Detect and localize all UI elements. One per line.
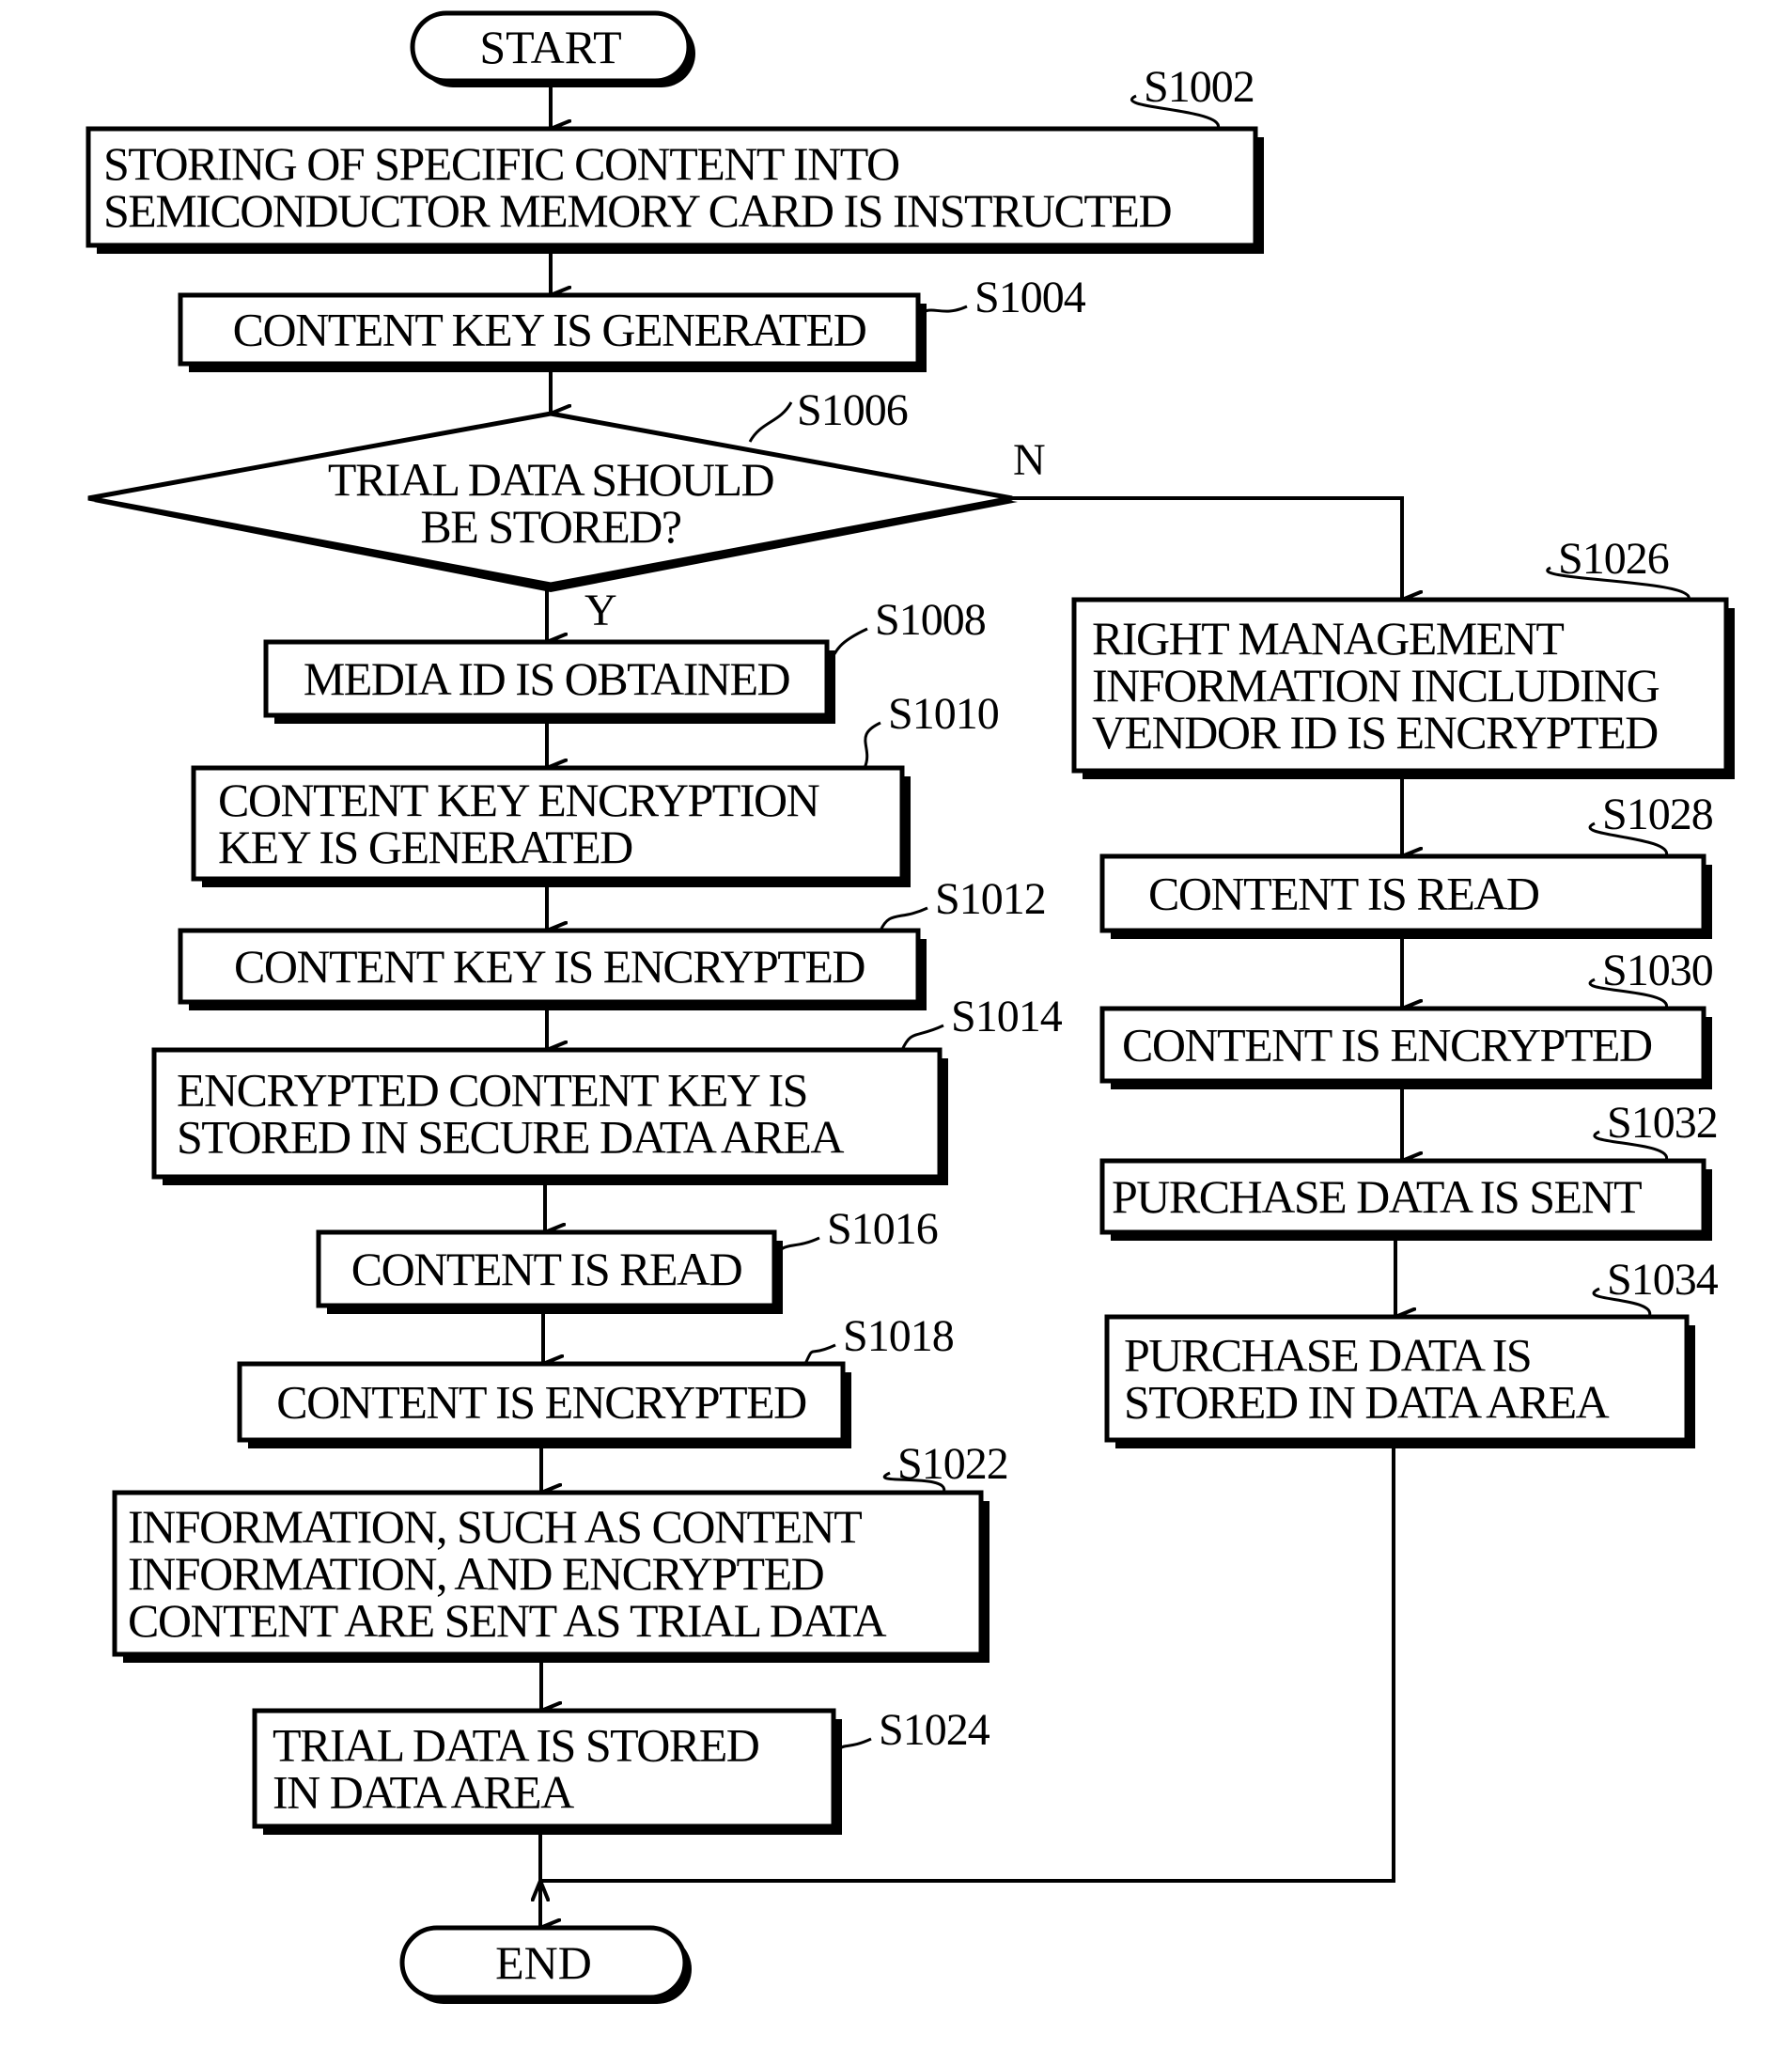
step-text-line: IN DATA AREA bbox=[273, 1766, 574, 1819]
step-text-line: INFORMATION INCLUDING bbox=[1092, 659, 1660, 712]
process-step-s1022: INFORMATION, SUCH AS CONTENTINFORMATION,… bbox=[112, 1439, 1009, 1663]
step-text-line: CONTENT IS READ bbox=[351, 1243, 742, 1295]
process-step-s1032: PURCHASE DATA IS SENT S1032 bbox=[1099, 1098, 1719, 1241]
start-label: START bbox=[479, 21, 621, 73]
step-text-line: ENCRYPTED CONTENT KEY IS bbox=[177, 1064, 807, 1117]
step-id-label: S1026 bbox=[1558, 534, 1669, 584]
process-step-s1026: RIGHT MANAGEMENTINFORMATION INCLUDINGVEN… bbox=[1071, 534, 1735, 779]
step-id-label: S1008 bbox=[875, 595, 986, 645]
nodes: START END TRIAL DATA SHOULDBE STORED? S1006… bbox=[86, 10, 1735, 2004]
step-id-label: S1014 bbox=[951, 992, 1063, 1041]
decision-text-line: BE STORED? bbox=[420, 500, 680, 553]
step-leader-line bbox=[863, 721, 881, 769]
step-id-label: S1024 bbox=[879, 1705, 990, 1755]
process-step-s1024: TRIAL DATA IS STOREDIN DATA AREA S1024 bbox=[252, 1705, 991, 1835]
step-id-label: S1032 bbox=[1607, 1098, 1718, 1148]
step-text-line: INFORMATION, AND ENCRYPTED bbox=[128, 1547, 824, 1600]
end-label: END bbox=[495, 1936, 592, 1989]
start-terminal: START bbox=[410, 10, 695, 87]
step-id-label: S1022 bbox=[897, 1439, 1008, 1489]
step-text-line: CONTENT ARE SENT AS TRIAL DATA bbox=[128, 1594, 887, 1647]
step-text-line: CONTENT IS ENCRYPTED bbox=[276, 1376, 806, 1429]
step-id-label: S1034 bbox=[1607, 1255, 1719, 1305]
branch-label-yes: Y bbox=[584, 586, 616, 635]
step-id-label: S1030 bbox=[1602, 946, 1713, 995]
step-text-line: CONTENT KEY ENCRYPTION bbox=[218, 774, 819, 826]
step-text-line: INFORMATION, SUCH AS CONTENT bbox=[128, 1500, 862, 1553]
step-leader-line bbox=[803, 1343, 836, 1365]
step-text-line: SEMICONDUCTOR MEMORY CARD IS INSTRUCTED bbox=[103, 184, 1171, 237]
end-terminal: END bbox=[399, 1925, 692, 2004]
step-id-label: S1018 bbox=[843, 1311, 954, 1361]
process-step-s1034: PURCHASE DATA ISSTORED IN DATA AREA S1034 bbox=[1104, 1255, 1720, 1448]
step-leader-line bbox=[900, 1024, 944, 1051]
step-leader-line bbox=[879, 906, 928, 931]
step-text-line: CONTENT IS ENCRYPTED bbox=[1122, 1019, 1652, 1072]
process-step-s1002: STORING OF SPECIFIC CONTENT INTOSEMICOND… bbox=[86, 62, 1264, 254]
process-step-s1028: CONTENT IS READ S1028 bbox=[1099, 790, 1714, 939]
process-step-s1012: CONTENT KEY IS ENCRYPTED S1012 bbox=[178, 874, 1047, 1010]
branch-label-no: N bbox=[1013, 435, 1045, 485]
step-text-line: TRIAL DATA IS STORED bbox=[273, 1719, 759, 1772]
step-id-label: S1012 bbox=[935, 874, 1046, 924]
process-step-s1004: CONTENT KEY IS GENERATED S1004 bbox=[178, 273, 1087, 372]
step-text-line: MEDIA ID IS OBTAINED bbox=[304, 652, 790, 705]
decision-text-line: TRIAL DATA SHOULD bbox=[328, 453, 774, 506]
step-text-line: STORED IN DATA AREA bbox=[1124, 1376, 1610, 1429]
step-id-label: S1028 bbox=[1602, 790, 1713, 839]
step-text-line: STORING OF SPECIFIC CONTENT INTO bbox=[103, 137, 899, 190]
step-text-line: VENDOR ID IS ENCRYPTED bbox=[1092, 706, 1658, 759]
step-id-label: S1004 bbox=[974, 273, 1086, 322]
arrow-no-to-s1026 bbox=[1012, 496, 1402, 600]
flowchart: START END TRIAL DATA SHOULDBE STORED? S1006… bbox=[86, 10, 1735, 2004]
step-text-line: KEY IS GENERATED bbox=[218, 821, 632, 873]
step-text-line: PURCHASE DATA IS SENT bbox=[1112, 1170, 1642, 1223]
process-step-s1016: CONTENT IS READ S1016 bbox=[316, 1204, 939, 1314]
step-text-line: CONTENT KEY IS ENCRYPTED bbox=[234, 940, 865, 993]
flowchart-canvas: START END TRIAL DATA SHOULD BE STORED? S1006… bbox=[0, 0, 1792, 2050]
step-id-label: S1010 bbox=[888, 689, 999, 739]
process-step-s1008: MEDIA ID IS OBTAINED S1008 bbox=[263, 595, 987, 724]
step-text-line: CONTENT IS READ bbox=[1148, 868, 1539, 920]
step-text-line: STORED IN SECURE DATA AREA bbox=[177, 1111, 844, 1164]
step-id-label: S1016 bbox=[827, 1204, 938, 1254]
step-text-line: CONTENT KEY IS GENERATED bbox=[233, 304, 866, 356]
step-text-line: PURCHASE DATA IS bbox=[1124, 1329, 1531, 1382]
step-id-label: S1006 bbox=[797, 385, 908, 435]
process-step-s1018: CONTENT IS ENCRYPTED S1018 bbox=[237, 1311, 955, 1448]
step-leader-line bbox=[748, 401, 793, 443]
process-step-s1014: ENCRYPTED CONTENT KEY ISSTORED IN SECURE… bbox=[151, 992, 1064, 1185]
process-step-s1030: CONTENT IS ENCRYPTED S1030 bbox=[1099, 946, 1714, 1089]
step-id-label: S1002 bbox=[1144, 62, 1254, 112]
step-text-line: RIGHT MANAGEMENT bbox=[1092, 612, 1564, 665]
